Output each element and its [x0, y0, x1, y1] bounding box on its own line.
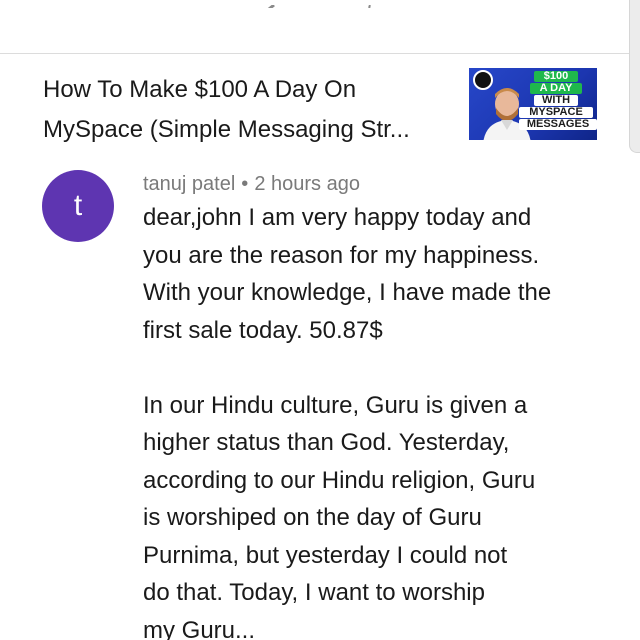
top-toolbar-partial	[0, 0, 640, 53]
thumbnail-text: A DAY	[530, 83, 582, 94]
video-thumbnail[interactable]: $100 A DAY WITH MYSPACE MESSAGES	[469, 68, 597, 140]
comment-line: according to our Hindu religion, Guru	[143, 466, 536, 494]
comment-line: my Guru...	[143, 616, 256, 640]
comment-screen: How To Make $100 A Day On MySpace (Simpl…	[0, 0, 640, 640]
comment-line: do that. Today, I want to worship	[143, 579, 485, 606]
video-title-line: How To Make $100 A Day On	[43, 76, 357, 103]
thumbnail-caption: $100 A DAY WITH MYSPACE MESSAGES	[519, 71, 597, 131]
comment-line: higher status than God. Yesterday,	[143, 429, 510, 456]
comment-line: you are the reason for my happiness.	[143, 241, 540, 269]
comment-body: dear,john I am very happy today and you …	[143, 199, 583, 640]
thumbnail-text: WITH	[534, 95, 578, 106]
thumbnail-text: MYSPACE	[519, 107, 593, 118]
thumbnail-text: $100	[534, 71, 578, 82]
edit-icon[interactable]	[256, 0, 276, 8]
thumbnail-text: MESSAGES	[519, 119, 597, 130]
video-title[interactable]: How To Make $100 A Day On MySpace (Simpl…	[43, 70, 448, 150]
comment-line: Purnima, but yesterday I could not	[143, 541, 508, 569]
comment-meta: tanuj patel • 2 hours ago	[143, 172, 360, 196]
comment-time: 2 hours ago	[254, 173, 360, 195]
video-title-line: MySpace (Simple Messaging Str...	[43, 116, 410, 143]
comment-line: In our Hindu culture, Guru is given a	[143, 391, 528, 419]
comment-line: dear,john I am very happy today and	[143, 204, 532, 231]
meta-separator: •	[241, 173, 249, 195]
video-item[interactable]: How To Make $100 A Day On MySpace (Simpl…	[0, 54, 630, 154]
comment-line: With your knowledge, I have made the	[143, 279, 552, 306]
comment-item: t tanuj patel • 2 hours ago dear,john I am…	[0, 160, 630, 640]
comment-line: first sale today. 50.87$	[143, 316, 383, 344]
avatar[interactable]: t	[42, 170, 114, 242]
comment-author[interactable]: tanuj patel	[143, 173, 235, 195]
scrollbar[interactable]	[629, 0, 640, 153]
bracket-icon[interactable]	[366, 0, 384, 8]
comment-line: is worshiped on the day of Guru	[143, 504, 482, 531]
